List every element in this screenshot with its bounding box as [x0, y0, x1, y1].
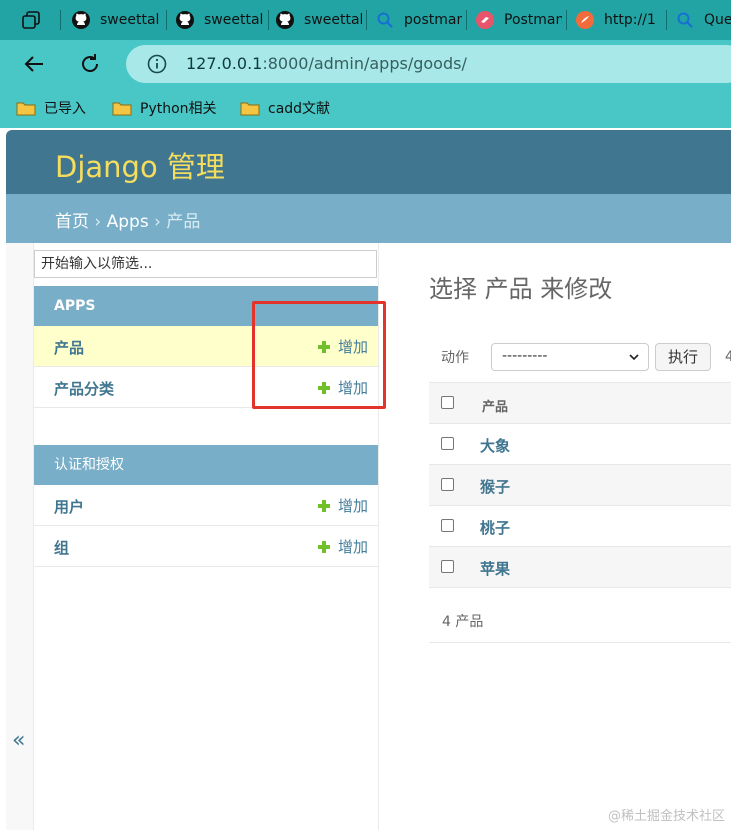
breadcrumb-separator: › — [94, 212, 102, 232]
breadcrumb-current: 产品 — [166, 212, 201, 232]
tab-postman[interactable]: Postman — [468, 3, 564, 37]
tab-collections[interactable] — [14, 3, 50, 37]
bookmark-folder-cadd[interactable]: cadd文献 — [240, 97, 330, 119]
add-button[interactable]: 增加 — [317, 536, 368, 557]
folder-icon — [240, 100, 260, 116]
orange-circle-icon — [574, 9, 596, 31]
chevron-down-icon — [629, 354, 639, 361]
table-row: 桃子 — [429, 506, 731, 547]
table-row: 大象 — [429, 424, 731, 465]
plus-icon — [317, 540, 330, 553]
tab-label: sweettal — [304, 12, 362, 28]
add-button[interactable]: 增加 — [317, 495, 368, 516]
bookmark-folder-imported[interactable]: 已导入 — [16, 97, 86, 119]
github-icon — [70, 9, 92, 31]
browser-tab-bar: sweettal sweettal sweettal postman Postm… — [0, 0, 731, 40]
bookmark-label: cadd文献 — [268, 101, 331, 117]
tab-label: sweettal — [100, 12, 160, 28]
sidebar-item-groups: 组 增加 — [34, 526, 378, 567]
row-link[interactable]: 猴子 — [480, 476, 510, 497]
table-row: 猴子 — [429, 465, 731, 506]
table-row: 苹果 — [429, 547, 731, 588]
action-label: 动作 — [441, 350, 469, 366]
reload-button[interactable] — [76, 50, 104, 78]
github-icon — [274, 9, 296, 31]
bookmark-folder-python[interactable]: Python相关 — [112, 97, 217, 119]
sidebar-toggle[interactable]: « — [6, 243, 34, 830]
module-caption-auth[interactable]: 认证和授权 — [34, 445, 378, 485]
breadcrumb-home[interactable]: 首页 — [55, 212, 89, 232]
site-brand[interactable]: Django 管理 — [55, 144, 225, 186]
breadcrumb-app[interactable]: Apps — [107, 212, 149, 232]
go-button[interactable]: 执行 — [655, 343, 712, 371]
nav-filter-input[interactable] — [34, 250, 377, 278]
model-link[interactable]: 组 — [54, 537, 69, 558]
action-select-value: --------- — [502, 348, 548, 364]
plus-icon — [317, 499, 330, 512]
changelist-content: 选择 产品 来修改 动作 --------- 执行 4 产品 大象 猴子 桃子 — [378, 243, 731, 830]
annotation-highlight-box — [252, 301, 386, 409]
tab-label: postman — [404, 12, 462, 28]
column-header[interactable]: 产品 — [482, 396, 508, 415]
postman-icon — [474, 9, 496, 31]
bookmark-label: Python相关 — [140, 101, 217, 117]
select-all-checkbox[interactable] — [441, 396, 454, 409]
github-icon — [174, 9, 196, 31]
actions-bar: 动作 --------- 执行 4 — [429, 339, 731, 375]
bookmark-label: 已导入 — [44, 101, 86, 117]
breadcrumb-separator: › — [154, 212, 161, 232]
search-icon — [374, 9, 396, 31]
collapse-icon: « — [12, 728, 26, 753]
tab-github-2[interactable]: sweettal — [168, 3, 268, 37]
model-link[interactable]: 产品 — [54, 337, 84, 358]
back-button[interactable] — [20, 50, 48, 78]
sidebar-item-users: 用户 增加 — [34, 485, 378, 526]
url-text: 127.0.0.1:8000/admin/apps/goods/ — [186, 53, 467, 75]
paginator: 4 产品 — [429, 598, 731, 643]
action-select[interactable]: --------- — [491, 343, 649, 371]
tab-search-que[interactable]: Que — [668, 3, 731, 37]
search-icon — [674, 9, 696, 31]
admin-header: Django 管理 — [6, 130, 731, 194]
arrow-left-icon — [24, 56, 43, 72]
result-count: 4 产品 — [442, 614, 484, 630]
watermark: @稀土掘金技术社区 — [607, 809, 725, 824]
bookmarks-bar — [0, 88, 731, 128]
row-checkbox[interactable] — [441, 519, 454, 532]
row-link[interactable]: 桃子 — [480, 517, 510, 538]
folder-icon — [112, 100, 132, 116]
selection-count: 4 — [725, 349, 731, 365]
add-label: 增加 — [337, 538, 368, 556]
tab-label: Postman — [504, 12, 562, 28]
table-header: 产品 — [429, 382, 731, 424]
page-viewport: Django 管理 首页 › Apps › 产品 « APPS 产品 增加 产品… — [6, 130, 731, 830]
tab-localhost[interactable]: http://1 — [568, 3, 664, 37]
reload-icon — [82, 54, 98, 72]
row-link[interactable]: 大象 — [480, 435, 510, 456]
row-checkbox[interactable] — [441, 560, 454, 573]
tab-label: sweettal — [204, 12, 264, 28]
row-checkbox[interactable] — [441, 478, 454, 491]
row-checkbox[interactable] — [441, 437, 454, 450]
tab-label: http://1 — [604, 12, 656, 28]
row-link[interactable]: 苹果 — [480, 558, 510, 579]
model-link[interactable]: 用户 — [54, 496, 84, 517]
tab-github-1[interactable]: sweettal — [64, 3, 164, 37]
url-path: :8000/admin/apps/goods/ — [262, 54, 467, 73]
add-label: 增加 — [337, 497, 368, 515]
folder-icon — [16, 100, 36, 116]
url-host: 127.0.0.1 — [186, 54, 263, 73]
model-link[interactable]: 产品分类 — [54, 378, 114, 399]
collections-icon — [20, 9, 42, 31]
breadcrumb: 首页 › Apps › 产品 — [6, 194, 731, 243]
tab-search-postman[interactable]: postman — [368, 3, 464, 37]
site-info-icon[interactable] — [146, 53, 168, 75]
tab-label: Que — [704, 12, 731, 28]
tab-github-3[interactable]: sweettal — [268, 3, 366, 37]
page-title: 选择 产品 来修改 — [429, 275, 613, 303]
